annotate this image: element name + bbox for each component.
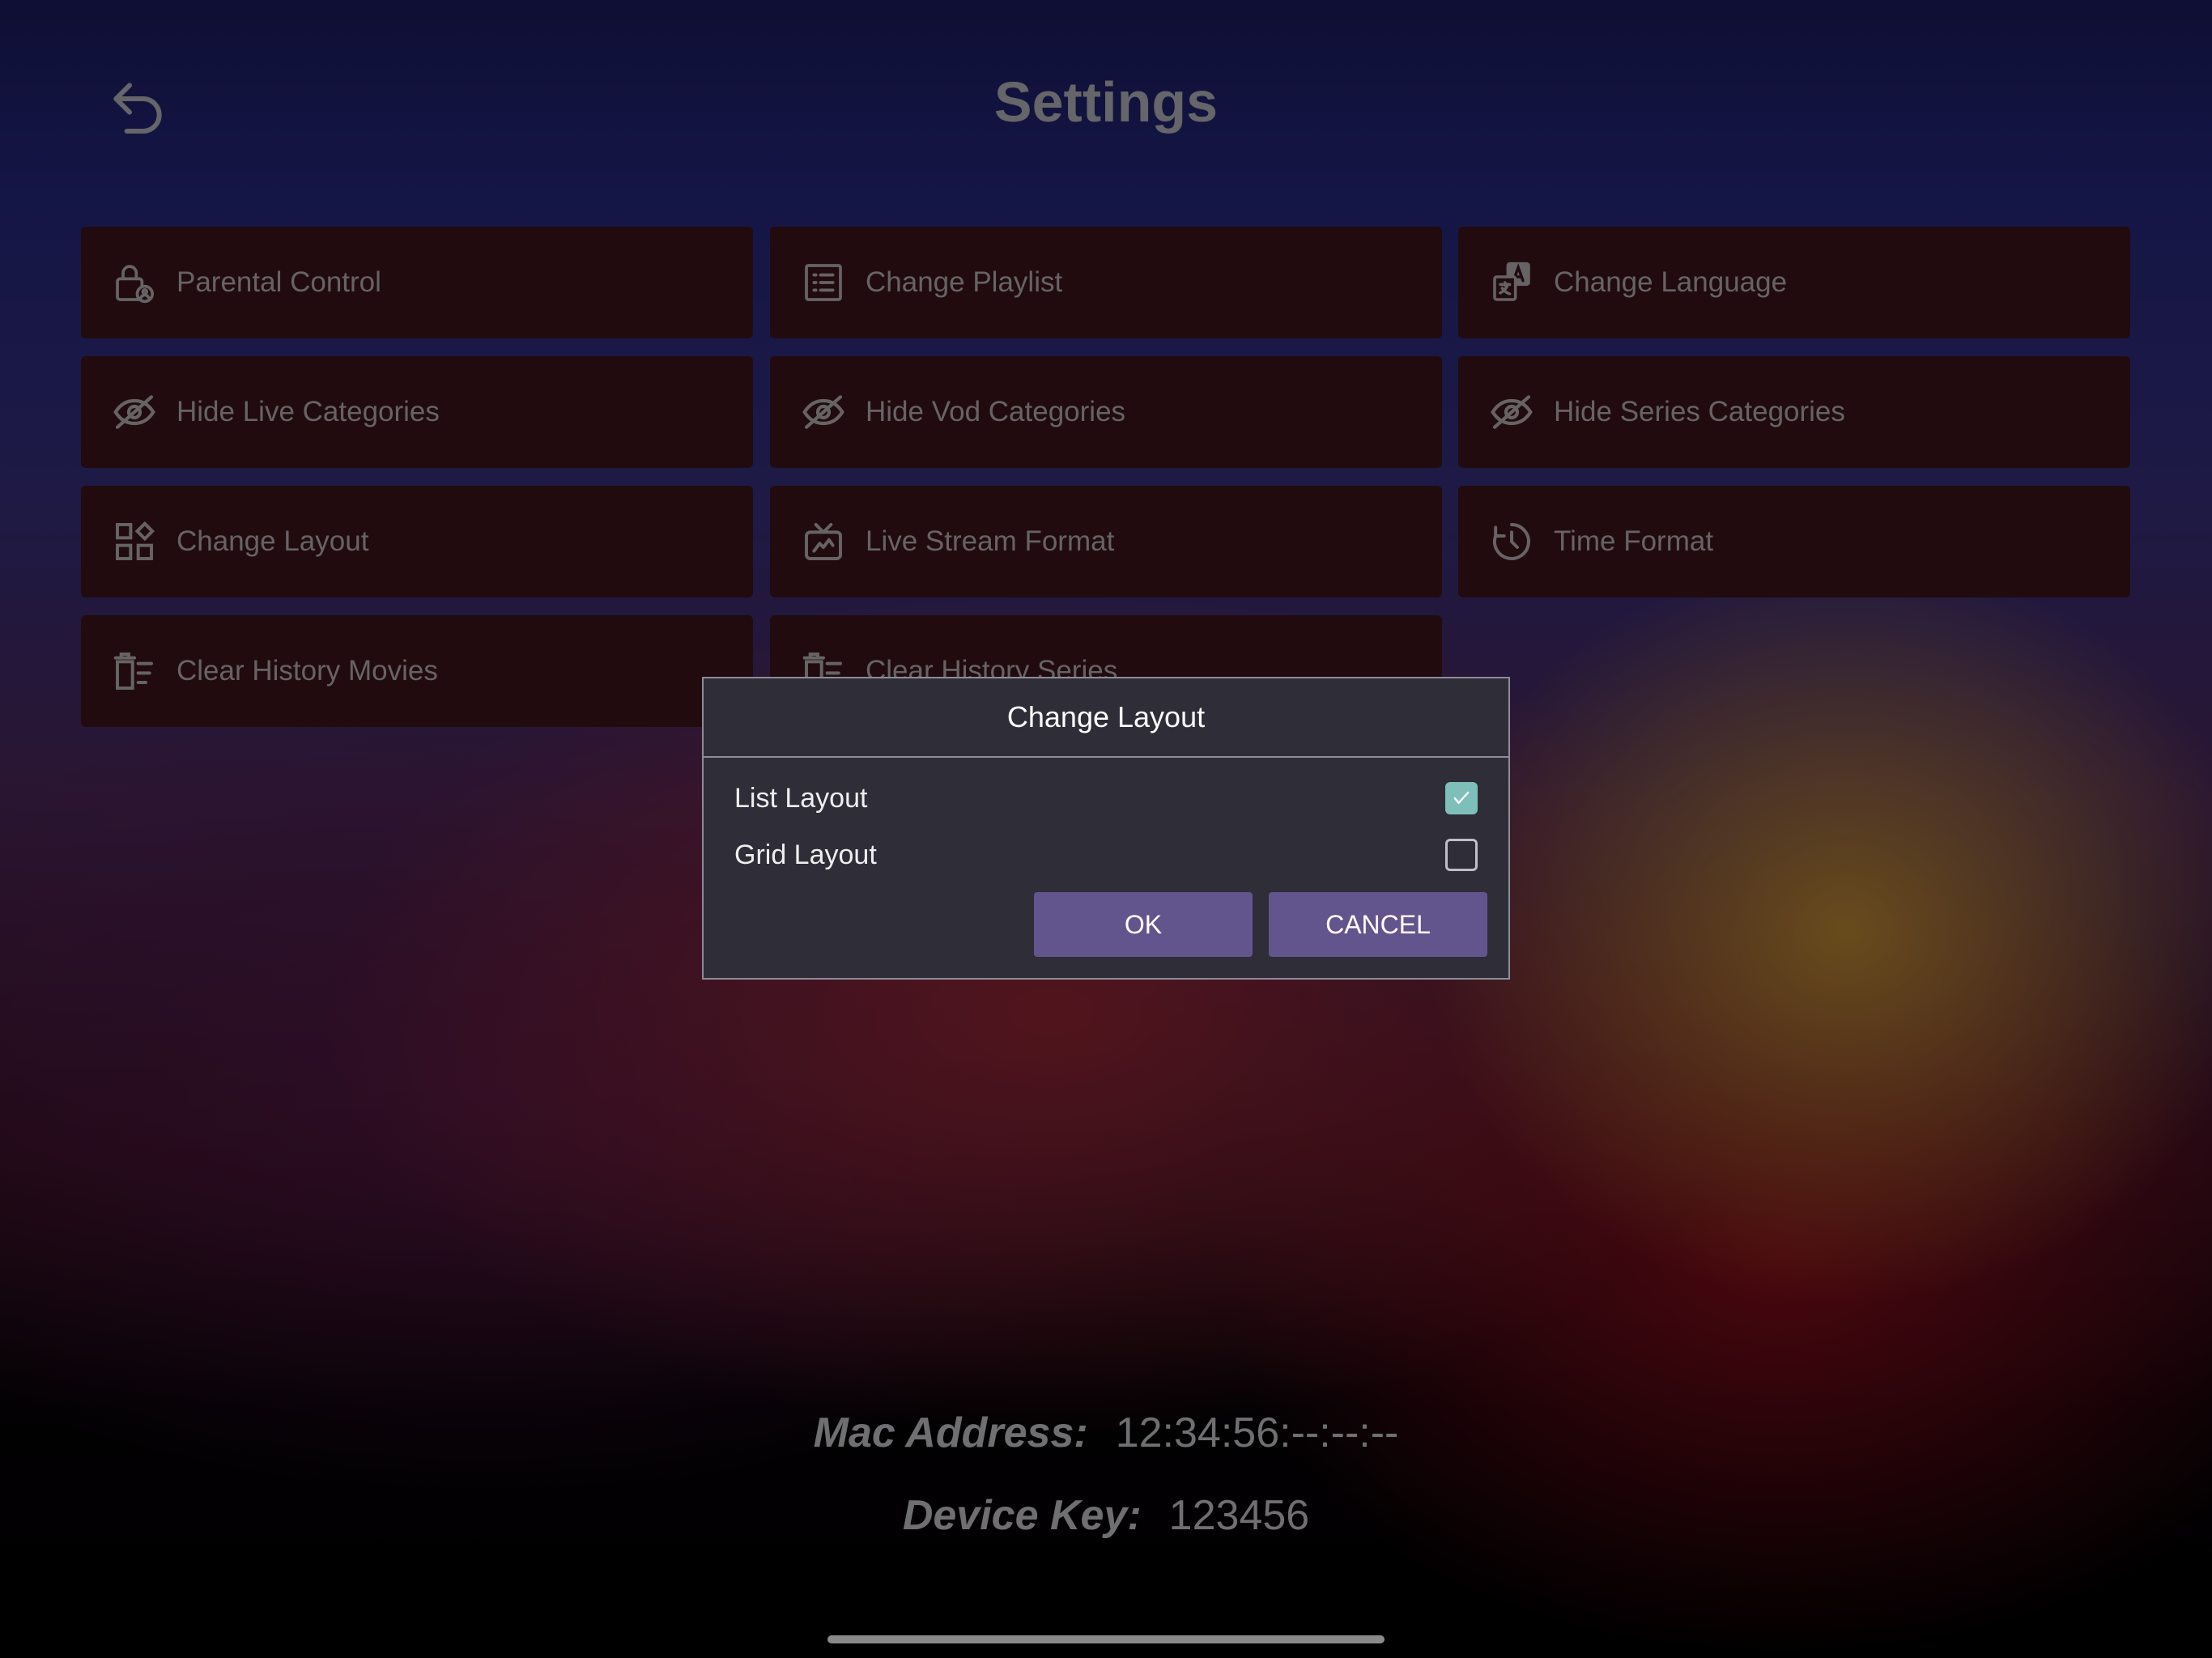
cancel-button[interactable]: CANCEL (1269, 892, 1487, 957)
dialog-title: Change Layout (704, 678, 1508, 758)
home-indicator[interactable] (827, 1635, 1385, 1643)
option-label: List Layout (734, 782, 868, 814)
checkmark-icon (1453, 791, 1470, 804)
change-layout-dialog: Change Layout List Layout Grid Layout OK… (702, 677, 1510, 980)
grid-layout-option[interactable]: Grid Layout (734, 832, 1478, 878)
grid-layout-checkbox[interactable] (1445, 839, 1478, 871)
list-layout-checkbox[interactable] (1445, 782, 1478, 814)
list-layout-option[interactable]: List Layout (734, 776, 1478, 821)
option-label: Grid Layout (734, 839, 877, 870)
ok-button[interactable]: OK (1034, 892, 1253, 957)
